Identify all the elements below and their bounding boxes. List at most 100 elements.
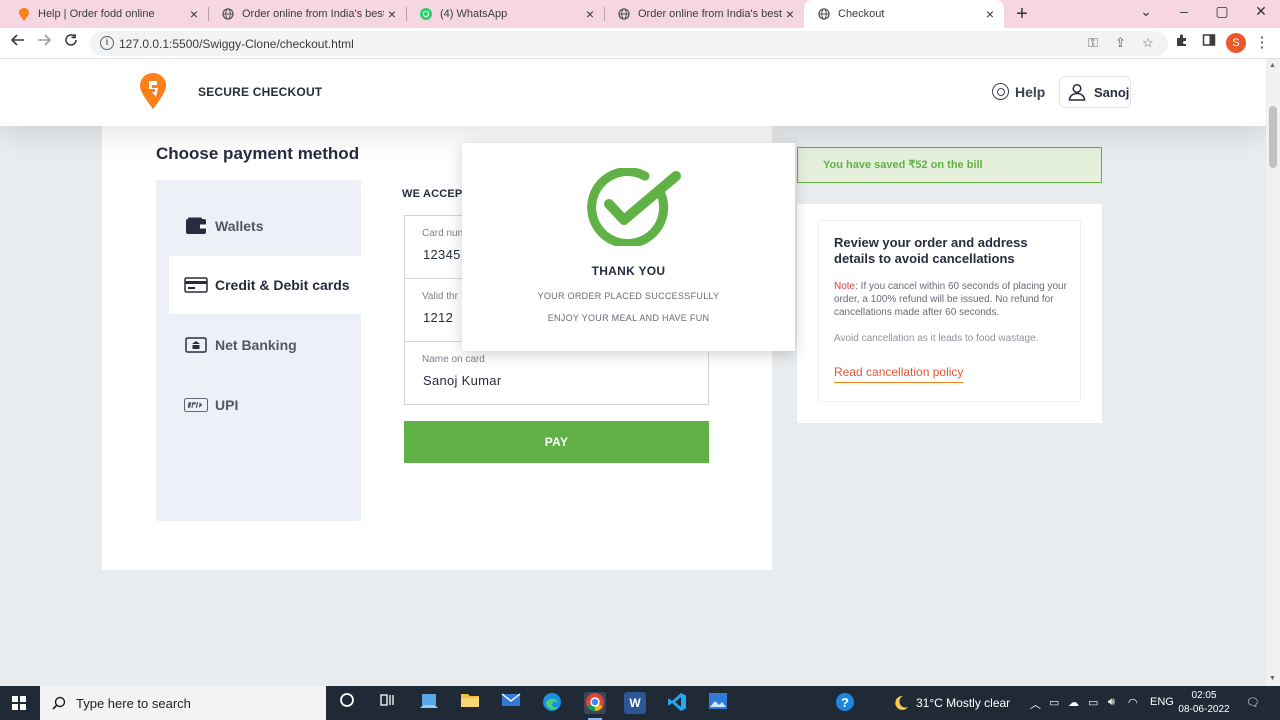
app-icon[interactable]: [418, 692, 440, 714]
order-success-modal: THANK YOU YOUR ORDER PLACED SUCCESSFULLY…: [462, 143, 795, 351]
payment-method-wallets[interactable]: Wallets: [156, 197, 361, 255]
credit-card-icon: [184, 276, 208, 294]
page-scrollbar[interactable]: ▲ ▼: [1266, 59, 1280, 686]
lifebuoy-icon: [992, 83, 1009, 100]
payment-method-netbanking[interactable]: Net Banking: [156, 316, 361, 374]
share-icon[interactable]: ⇪: [1115, 35, 1126, 51]
browser-tab[interactable]: Order online from India's best de ×: [208, 0, 406, 28]
method-label: UPI: [215, 397, 239, 413]
payment-method-cards[interactable]: Credit & Debit cards: [169, 256, 361, 314]
browser-tab[interactable]: Help | Order fodd online ×: [4, 0, 208, 28]
browser-tab[interactable]: Order online from India's best de ×: [604, 0, 804, 28]
bank-icon: [184, 336, 208, 354]
globe-icon: [618, 8, 630, 20]
word-icon[interactable]: W: [624, 692, 646, 714]
profile-avatar[interactable]: S: [1226, 33, 1246, 53]
user-menu[interactable]: Sanoj: [1059, 76, 1131, 108]
pay-button[interactable]: PAY: [404, 421, 709, 463]
scrollbar-thumb[interactable]: [1269, 106, 1277, 168]
user-name: Sanoj: [1094, 84, 1130, 100]
scroll-down-icon[interactable]: ▼: [1269, 675, 1276, 682]
minimize-button[interactable]: –: [1172, 3, 1196, 19]
cortana-icon[interactable]: [336, 692, 358, 714]
payment-method-upi[interactable]: UPI: [156, 376, 361, 434]
globe-icon: [818, 8, 830, 20]
close-tab-icon[interactable]: ×: [782, 6, 798, 22]
taskbar-search[interactable]: Type here to search: [40, 686, 326, 720]
weather-widget[interactable]: 31°C Mostly clear: [893, 695, 1010, 711]
swiggy-logo-icon[interactable]: [140, 73, 166, 109]
modal-message: YOUR ORDER PLACED SUCCESSFULLY: [537, 291, 720, 301]
avoid-cancellation-text: Avoid cancellation as it leads to food w…: [834, 333, 1039, 344]
close-tab-icon[interactable]: ×: [384, 6, 400, 22]
scroll-up-icon[interactable]: ▲: [1269, 62, 1276, 69]
task-view-icon[interactable]: [376, 692, 398, 714]
close-tab-icon[interactable]: ×: [982, 6, 998, 22]
whatsapp-icon: [420, 8, 432, 20]
help-label: Help: [1015, 83, 1046, 100]
method-label: Wallets: [215, 218, 264, 234]
photos-icon[interactable]: [707, 692, 729, 714]
close-tab-icon[interactable]: ×: [582, 6, 598, 22]
cancellation-note: Note: If you cancel within 60 seconds of…: [834, 280, 1070, 319]
address-bar[interactable]: i 127.0.0.1:5500/Swiggy-Clone/checkout.h…: [90, 31, 1168, 56]
svg-text:?: ?: [841, 695, 849, 710]
help-question-icon[interactable]: ?: [834, 692, 856, 714]
payment-methods-list: Wallets Credit & Debit cards Net Banking…: [156, 180, 361, 521]
help-link[interactable]: Help: [992, 83, 1045, 100]
note-label: Note: [834, 281, 856, 292]
method-label: Credit & Debit cards: [215, 277, 350, 293]
maximize-button[interactable]: ▢: [1210, 3, 1234, 20]
info-icon[interactable]: i: [100, 36, 114, 50]
valid-through-input[interactable]: 1212: [423, 310, 453, 325]
payment-heading: Choose payment method: [156, 144, 360, 163]
cancellation-policy-link[interactable]: Read cancellation policy: [834, 365, 964, 383]
new-tab-button[interactable]: +: [1012, 3, 1032, 26]
we-accept-label: WE ACCEP: [402, 188, 463, 200]
onedrive-icon[interactable]: ☁: [1068, 696, 1079, 709]
system-clock[interactable]: 02:05 08-06-2022: [1176, 689, 1232, 717]
card-number-input[interactable]: 12345: [423, 247, 461, 262]
windows-taskbar: Type here to search W ? 31°C Mostly clea…: [0, 686, 1280, 720]
back-arrow-icon[interactable]: [8, 33, 28, 53]
browser-tab[interactable]: (4) WhatsApp ×: [406, 0, 604, 28]
notifications-icon[interactable]: 🗨︎: [1246, 696, 1260, 709]
name-on-card-input[interactable]: Sanoj Kumar: [423, 373, 501, 388]
key-icon[interactable]: ⚿: [1088, 35, 1098, 51]
weather-text: 31°C Mostly clear: [916, 696, 1011, 710]
clock-time: 02:05: [1191, 690, 1217, 701]
mail-icon[interactable]: [500, 692, 522, 714]
wallet-icon: [184, 217, 208, 235]
menu-dots-icon[interactable]: ⋮: [1252, 33, 1272, 53]
review-title: Review your order and address details to…: [834, 235, 1028, 266]
edge-icon[interactable]: [541, 692, 563, 714]
tray-chevron-icon[interactable]: ︿: [1030, 696, 1041, 712]
site-header: SECURE CHECKOUT Help Sanoj: [0, 59, 1266, 126]
language-indicator[interactable]: ENG: [1150, 696, 1174, 708]
file-explorer-icon[interactable]: [459, 692, 481, 714]
forward-arrow-icon[interactable]: [34, 33, 54, 53]
volume-icon[interactable]: 🔊︎: [1108, 696, 1115, 709]
reload-icon[interactable]: [61, 33, 81, 53]
method-label: Net Banking: [215, 337, 297, 353]
vscode-icon[interactable]: [666, 692, 688, 714]
battery-icon[interactable]: ▭: [1088, 696, 1098, 709]
browser-tab-active[interactable]: Checkout ×: [804, 0, 1004, 28]
star-icon[interactable]: ☆: [1142, 35, 1154, 51]
side-panel-icon[interactable]: [1199, 33, 1219, 53]
url-text[interactable]: 127.0.0.1:5500/Swiggy-Clone/checkout.htm…: [119, 37, 354, 51]
close-window-button[interactable]: ✕: [1249, 3, 1273, 20]
windows-start-icon[interactable]: [12, 696, 26, 710]
chrome-icon[interactable]: [584, 692, 606, 720]
tab-search-icon[interactable]: ⌄: [1134, 3, 1158, 20]
browser-tab-bar: Help | Order fodd online × Order online …: [0, 0, 1280, 28]
wifi-icon[interactable]: ◠: [1128, 696, 1138, 709]
clock-date: 08-06-2022: [1178, 704, 1230, 715]
note-text: : If you cancel within 60 seconds of pla…: [834, 281, 1067, 318]
page-title: SECURE CHECKOUT: [198, 85, 323, 99]
extensions-icon[interactable]: [1172, 33, 1192, 53]
field-label: Card nun: [422, 228, 464, 239]
close-tab-icon[interactable]: ×: [186, 6, 202, 22]
search-placeholder: Type here to search: [76, 695, 191, 711]
tray-app-icon[interactable]: ▭: [1049, 696, 1059, 709]
